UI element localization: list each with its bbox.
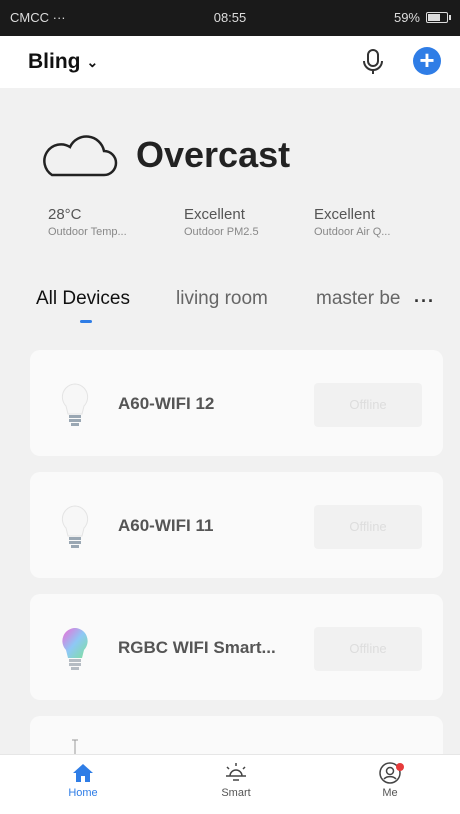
- nav-home[interactable]: Home: [43, 761, 123, 799]
- room-tabs: All Devices living room master be: [0, 288, 460, 328]
- notification-dot: [396, 763, 404, 771]
- stat-value: 28°C: [48, 206, 82, 223]
- stat-temperature: 28°C Outdoor Temp...: [48, 206, 178, 238]
- top-bar: Bling ⌄ +: [0, 36, 460, 88]
- stat-label: Outdoor PM2.5: [184, 226, 259, 238]
- weather-condition: Overcast: [136, 134, 291, 175]
- stat-label: Outdoor Air Q...: [314, 226, 391, 238]
- device-status-button[interactable]: Offline: [314, 383, 422, 427]
- stat-label: Outdoor Temp...: [48, 226, 127, 238]
- status-bar: CMCC ··· 08:55 59%: [0, 0, 460, 36]
- battery-icon: [426, 12, 451, 23]
- stat-value: Excellent: [184, 206, 245, 223]
- battery-percent: 59%: [393, 10, 420, 25]
- nav-label: Home: [68, 787, 98, 799]
- weather-header: Overcast: [38, 130, 338, 180]
- cloud-icon: [43, 135, 118, 177]
- rgb-bulb-icon: [62, 628, 88, 670]
- stat-pm25: Excellent Outdoor PM2.5: [184, 206, 314, 238]
- stat-air-quality: Excellent Outdoor Air Q...: [314, 206, 444, 238]
- lamp-icon: [72, 739, 78, 754]
- microphone-icon[interactable]: [360, 48, 386, 76]
- bottom-nav: Home Smart Me: [0, 754, 460, 814]
- device-name: A60-WIFI 11: [118, 516, 214, 535]
- device-card[interactable]: A60-WIFI 12 Offline: [30, 350, 443, 456]
- more-tabs-icon[interactable]: ···: [414, 291, 435, 312]
- device-card[interactable]: A60-WIFI 11 Offline: [30, 472, 443, 578]
- home-selector[interactable]: Bling ⌄: [28, 50, 98, 74]
- device-card[interactable]: RGBC WIFI Smart... Offline: [30, 594, 443, 700]
- tab-master-bedroom[interactable]: master be: [316, 288, 400, 310]
- add-device-button[interactable]: +: [413, 47, 441, 75]
- home-name: Bling: [28, 50, 81, 73]
- sun-icon: [226, 763, 246, 781]
- plus-icon: +: [419, 45, 435, 75]
- nav-smart[interactable]: Smart: [196, 761, 276, 799]
- nav-me[interactable]: Me: [350, 761, 430, 799]
- nav-label: Me: [382, 787, 398, 799]
- bulb-icon: [61, 383, 89, 426]
- active-tab-indicator: [80, 320, 92, 323]
- device-name: RGBC WIFI Smart...: [118, 638, 276, 657]
- device-status-button[interactable]: Offline: [314, 505, 422, 549]
- clock: 08:55: [213, 10, 247, 25]
- tab-all-devices[interactable]: All Devices: [36, 288, 130, 310]
- stat-value: Excellent: [314, 206, 375, 223]
- device-status-button[interactable]: Offline: [314, 627, 422, 671]
- tab-living-room[interactable]: living room: [176, 288, 268, 310]
- home-icon: [73, 764, 93, 782]
- chevron-down-icon: ⌄: [86, 53, 99, 70]
- nav-label: Smart: [221, 787, 251, 799]
- status-right: 59%: [393, 10, 451, 25]
- device-name: A60-WIFI 12: [118, 394, 215, 413]
- bulb-icon: [61, 505, 89, 548]
